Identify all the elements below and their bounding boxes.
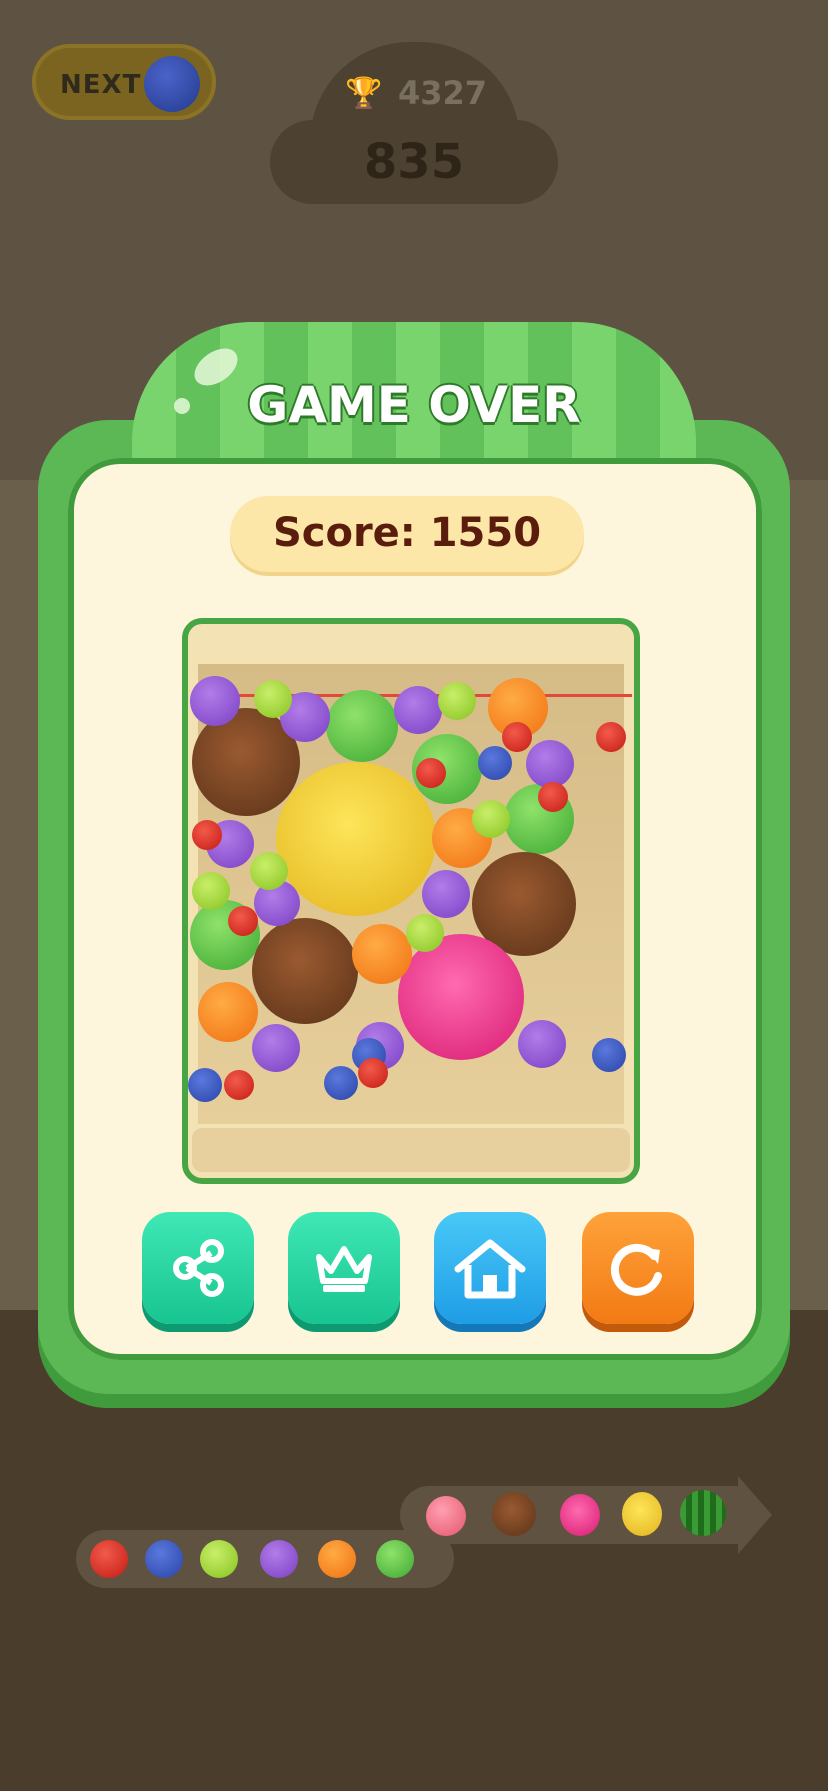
apple-icon (326, 690, 398, 762)
dragonfruit-icon (560, 1494, 600, 1536)
blueberry-icon (478, 746, 512, 780)
final-score-badge: Score: 1550 (230, 496, 584, 572)
cherry-icon (596, 722, 626, 752)
cherry-icon (90, 1540, 128, 1578)
share-button[interactable] (142, 1212, 254, 1324)
watermelon-icon (680, 1490, 726, 1536)
orange-icon (198, 982, 258, 1042)
next-label: NEXT (60, 70, 142, 100)
best-score: 4327 (398, 74, 488, 112)
peach-icon (426, 1496, 466, 1536)
blueberry-icon (324, 1066, 358, 1100)
blueberry-icon (144, 56, 200, 112)
board-floor (192, 1128, 630, 1172)
coconut-icon (252, 918, 358, 1024)
dragonfruit-icon (398, 934, 524, 1060)
cherry-icon (228, 906, 258, 936)
grape-icon (260, 1540, 298, 1578)
orange-icon (352, 924, 412, 984)
lime-icon (250, 852, 288, 890)
lime-icon (200, 1540, 238, 1578)
lime-icon (254, 680, 292, 718)
trophy-icon: 🏆 (345, 76, 383, 111)
grape-icon (252, 1024, 300, 1072)
blueberry-icon (145, 1540, 183, 1578)
share-icon (173, 1239, 224, 1297)
crown-icon (316, 1246, 372, 1292)
lime-icon (192, 872, 230, 910)
coconut-icon (492, 1492, 536, 1536)
apple-icon (376, 1540, 414, 1578)
grape-icon (190, 676, 240, 726)
leaderboard-button[interactable] (288, 1212, 400, 1324)
pineapple-icon (276, 762, 436, 916)
board-snapshot (182, 618, 640, 1184)
lime-icon (406, 914, 444, 952)
cherry-icon (358, 1058, 388, 1088)
right-wall (788, 480, 828, 1310)
cherry-icon (192, 820, 222, 850)
grape-icon (526, 740, 574, 788)
next-fruit-indicator: NEXT (32, 44, 216, 120)
cherry-icon (416, 758, 446, 788)
final-score-text: Score: 1550 (272, 510, 542, 556)
cherry-icon (502, 722, 532, 752)
cherry-icon (538, 782, 568, 812)
lime-icon (472, 800, 510, 838)
restart-icon (610, 1243, 662, 1296)
pineapple-icon (622, 1492, 662, 1536)
grape-icon (518, 1020, 566, 1068)
left-wall (0, 480, 40, 1310)
blueberry-icon (188, 1068, 222, 1102)
current-score-pill: 835 (270, 120, 558, 204)
cherry-icon (224, 1070, 254, 1100)
blueberry-icon (592, 1038, 626, 1072)
home-icon (454, 1239, 526, 1299)
current-score: 835 (363, 134, 465, 190)
orange-icon (318, 1540, 356, 1578)
lime-icon (438, 682, 476, 720)
grape-icon (394, 686, 442, 734)
restart-button[interactable] (582, 1212, 694, 1324)
home-button[interactable] (434, 1212, 546, 1324)
grape-icon (422, 870, 470, 918)
dialog-title: GAME OVER (247, 376, 581, 434)
evolution-arrow (738, 1476, 772, 1554)
